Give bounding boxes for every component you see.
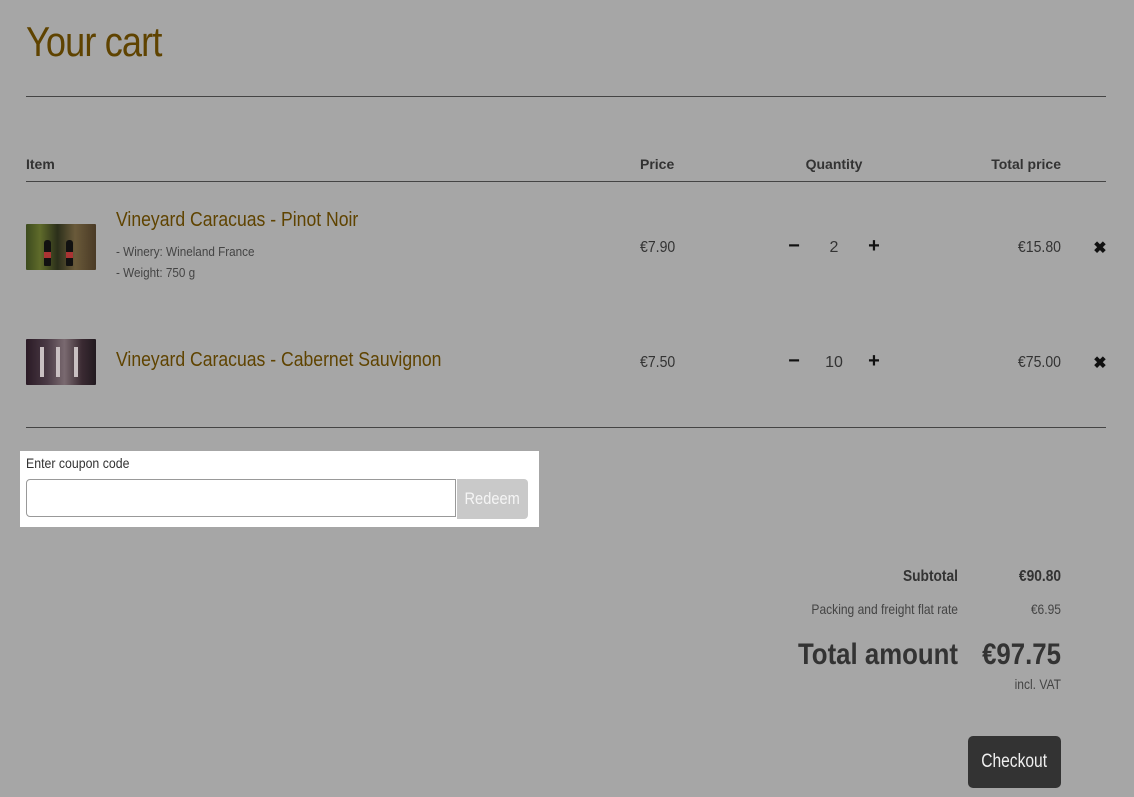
product-detail-weight: - Weight: 750 g xyxy=(116,265,196,280)
wine-cellar-image[interactable] xyxy=(26,339,96,385)
product-detail-winery: - Winery: Wineland France xyxy=(116,244,255,259)
decrease-quantity-button[interactable]: − xyxy=(785,236,803,256)
unit-price: €7.90 xyxy=(640,239,676,256)
table-bottom-divider xyxy=(26,427,1106,428)
line-total: €15.80 xyxy=(1017,239,1061,256)
title-divider xyxy=(26,96,1106,97)
header-price: Price xyxy=(640,156,675,172)
increase-quantity-button[interactable]: + xyxy=(865,236,883,256)
header-quantity: Quantity xyxy=(805,156,863,172)
decrease-quantity-button[interactable]: − xyxy=(785,351,803,371)
product-name-link[interactable]: Vineyard Caracuas - Cabernet Sauvignon xyxy=(116,349,441,372)
redeem-button[interactable]: Redeem xyxy=(457,479,528,519)
page-title: Your cart xyxy=(26,18,162,65)
unit-price: €7.50 xyxy=(640,354,676,371)
quantity-value[interactable]: 10 xyxy=(819,354,849,372)
total-amount-value: €97.75 xyxy=(982,638,1061,671)
checkout-button[interactable]: Checkout xyxy=(968,736,1061,788)
coupon-code-input[interactable] xyxy=(26,479,456,517)
remove-item-icon[interactable]: ✖ xyxy=(1091,354,1109,372)
remove-item-icon[interactable]: ✖ xyxy=(1091,239,1109,257)
header-item: Item xyxy=(26,156,55,172)
total-amount-label: Total amount xyxy=(797,638,958,671)
coupon-label: Enter coupon code xyxy=(26,455,130,471)
shipping-label: Packing and freight flat rate xyxy=(811,601,958,617)
subtotal-value: €90.80 xyxy=(1018,568,1061,585)
quantity-value[interactable]: 2 xyxy=(819,239,849,257)
vat-note: incl. VAT xyxy=(1014,676,1061,692)
shipping-value: €6.95 xyxy=(1030,601,1061,617)
header-total-price: Total price xyxy=(991,156,1061,172)
table-row: Vineyard Caracuas - Cabernet Sauvignon €… xyxy=(0,312,1134,422)
checkout-button-label: Checkout xyxy=(981,751,1048,772)
subtotal-label: Subtotal xyxy=(902,568,958,585)
redeem-button-label: Redeem xyxy=(464,489,521,508)
increase-quantity-button[interactable]: + xyxy=(865,351,883,371)
line-total: €75.00 xyxy=(1017,354,1061,371)
wine-bottles-image[interactable] xyxy=(26,224,96,270)
table-row: Vineyard Caracuas - Pinot Noir - Winery:… xyxy=(0,182,1134,312)
product-name-link[interactable]: Vineyard Caracuas - Pinot Noir xyxy=(116,209,358,232)
